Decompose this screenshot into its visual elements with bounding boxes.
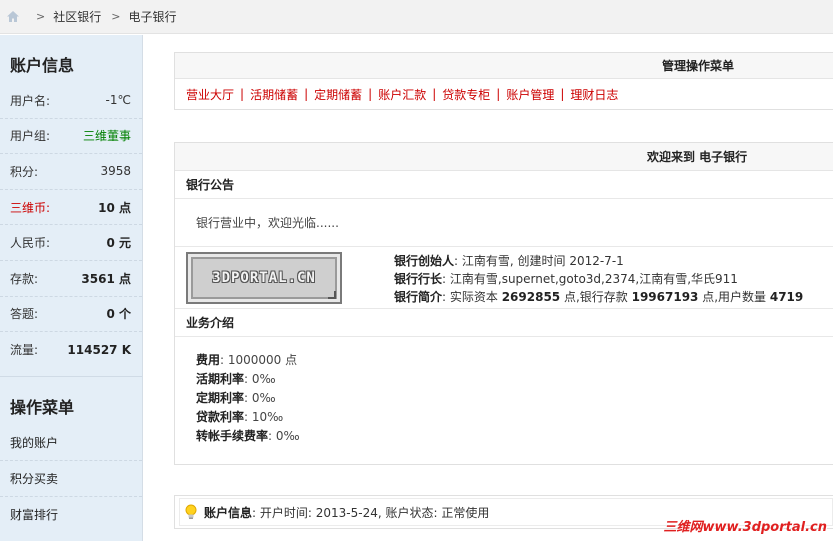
management-menu-links: 营业大厅 | 活期储蓄 | 定期储蓄 | 账户汇款 | 贷款专柜 | 账户管理 … [175,79,833,109]
business-intro-list: 费用: 1000000 点 活期利率: 0‰ 定期利率: 0‰ 贷款利率: 10… [175,337,833,446]
info-label: 答题: [10,307,39,322]
president-label: 银行行长 [394,272,443,286]
info-row-deposit: 存款: 3561 点 [0,261,142,297]
intro-label: 银行简介 [394,290,443,304]
info-value: 3958 [100,164,131,179]
status-label: 账户信息 [204,505,253,520]
bank-capital: 2692855 [501,290,561,304]
info-label: 用户名: [10,93,51,108]
biz-value: : 0‰ [268,429,300,443]
operation-menu-title: 操作菜单 [10,397,75,417]
biz-fee: 费用: 1000000 点 [196,351,833,370]
management-menu-title: 管理操作菜单 [175,53,833,79]
info-value: 114527 K [67,342,131,357]
menu-separator: | [560,87,565,101]
biz-label: 贷款利率 [196,410,245,424]
biz-label: 定期利率 [196,391,245,405]
bank-panel: 欢迎来到 电子银行 银行公告 银行营业中，欢迎光临...... 3DPORTAL… [174,142,833,465]
biz-value: : 0‰ [244,391,276,405]
info-value: 0 个 [106,307,131,322]
biz-label: 费用 [196,353,221,367]
biz-demand-rate: 活期利率: 0‰ [196,370,833,389]
breadcrumb-item-community-bank[interactable]: 社区银行 [53,8,101,25]
info-value: 三维董事 [82,129,131,144]
breadcrumb-separator: > [111,10,121,23]
info-label: 用户组: [10,129,51,144]
founder-label: 银行创始人 [394,254,455,268]
biz-value: : 10‰ [244,410,284,424]
status-text: : 开户时间: 2013-5-24, 账户状态: 正常使用 [252,505,490,520]
breadcrumb: > 社区银行 > 电子银行 [0,0,833,34]
menu-separator: | [240,87,245,101]
business-intro-title: 业务介绍 [175,309,833,337]
breadcrumb-separator: > [36,10,46,23]
intro-mid-2: 点,用户数量 [698,290,770,304]
bank-details: 银行创始人: 江南有雪, 创建时间 2012-7-1 银行行长: 江南有雪,su… [394,252,803,306]
home-icon[interactable] [6,10,20,23]
logo-corner-decoration [328,291,336,299]
info-row-rmb: 人民币: 0 元 [0,225,142,261]
info-row-traffic: 流量: 114527 K [0,332,142,368]
info-value: 10 点 [98,200,131,215]
bank-logo-text: 3DPORTAL.CN [212,270,316,286]
bank-info: 3DPORTAL.CN 银行创始人: 江南有雪, 创建时间 2012-7-1 银… [175,247,833,309]
info-row-3d-coins: 三维币: 10 点 [0,190,142,226]
info-label: 三维币: [10,200,51,215]
link-business-hall[interactable]: 营业大厅 [186,86,234,103]
menu-separator: | [304,87,309,101]
bank-president-line: 银行行长: 江南有雪,supernet,goto3d,2374,江南有雪,华氏9… [394,270,803,288]
management-menu-panel: 管理操作菜单 营业大厅 | 活期储蓄 | 定期储蓄 | 账户汇款 | 贷款专柜 … [174,52,833,110]
founder-value: : 江南有雪, 创建时间 2012-7-1 [454,254,624,268]
biz-value: : 1000000 点 [220,353,298,367]
biz-loan-rate: 贷款利率: 10‰ [196,408,833,427]
bank-welcome-title: 欢迎来到 电子银行 [175,143,833,171]
link-remittance[interactable]: 账户汇款 [378,86,426,103]
info-label: 人民币: [10,236,51,251]
bulb-icon [184,504,198,520]
biz-label: 活期利率 [196,372,245,386]
menu-item-my-account[interactable]: 我的账户 [0,425,142,461]
menu-separator: | [368,87,373,101]
menu-separator: | [432,87,437,101]
link-finance-log[interactable]: 理财日志 [570,86,618,103]
link-demand-savings[interactable]: 活期储蓄 [250,86,298,103]
operation-menu: 操作菜单 我的账户 积分买卖 财富排行 [0,375,142,533]
bank-notice-text: 银行营业中，欢迎光临...... [175,199,833,247]
menu-item-wealth-ranking[interactable]: 财富排行 [0,497,142,533]
president-value: : 江南有雪,supernet,goto3d,2374,江南有雪,华氏911 [442,272,738,286]
info-label: 积分: [10,164,39,179]
info-value: 3561 点 [81,271,131,286]
info-row-username: 用户名: -1℃ [0,83,142,119]
bank-intro-line: 银行简介: 实际资本 2692855 点,银行存款 19967193 点,用户数… [394,288,803,306]
bank-logo: 3DPORTAL.CN [186,252,342,304]
sidebar: 账户信息 用户名: -1℃ 用户组: 三维董事 积分: 3958 三维币: 10… [0,35,143,541]
link-account-management[interactable]: 账户管理 [506,86,554,103]
bank-deposits: 19967193 [631,290,699,304]
account-info-title: 账户信息 [10,56,75,75]
bank-founder-line: 银行创始人: 江南有雪, 创建时间 2012-7-1 [394,252,803,270]
biz-label: 转帐手续费率 [196,429,269,443]
biz-fixed-rate: 定期利率: 0‰ [196,389,833,408]
link-fixed-savings[interactable]: 定期储蓄 [314,86,362,103]
breadcrumb-item-e-bank[interactable]: 电子银行 [128,8,176,25]
bank-user-count: 4719 [769,290,804,304]
biz-value: : 0‰ [244,372,276,386]
link-loan-counter[interactable]: 贷款专柜 [442,86,490,103]
intro-mid-1: 点,银行存款 [560,290,632,304]
info-value: 0 元 [106,236,131,251]
bank-notice-title: 银行公告 [175,171,833,199]
menu-separator: | [496,87,501,101]
info-value: -1℃ [105,93,131,108]
info-row-answers: 答题: 0 个 [0,297,142,333]
info-row-usergroup: 用户组: 三维董事 [0,119,142,155]
intro-prefix: : 实际资本 [442,290,502,304]
info-row-points: 积分: 3958 [0,154,142,190]
menu-item-points-trade[interactable]: 积分买卖 [0,461,142,497]
biz-transfer-fee: 转帐手续费率: 0‰ [196,427,833,446]
info-label: 存款: [10,271,39,286]
site-watermark: 三维网www.3dportal.cn [663,520,827,535]
info-label: 流量: [10,343,39,358]
